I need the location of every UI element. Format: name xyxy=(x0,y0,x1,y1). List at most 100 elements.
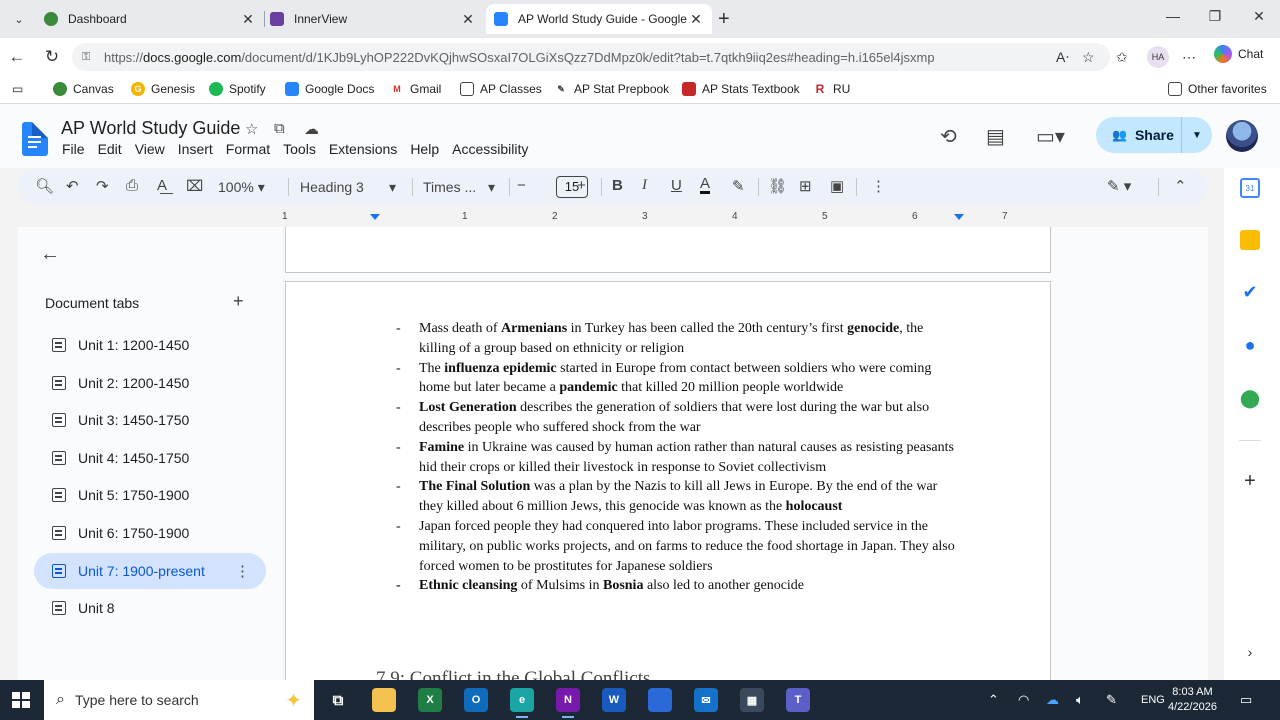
left-indent-marker[interactable] xyxy=(370,214,380,220)
bookmark-ru[interactable]: R RU xyxy=(813,82,851,96)
read-aloud-icon[interactable]: Aᐧ xyxy=(1056,49,1069,66)
other-favorites[interactable]: Other favorites xyxy=(1168,82,1267,96)
doc-tab-unit-7[interactable]: Unit 7: 1900-present ⋮ xyxy=(34,553,266,589)
spellcheck-icon[interactable]: A͟ xyxy=(157,177,167,194)
menu-edit[interactable]: Edit xyxy=(98,141,122,157)
calculator-icon[interactable]: ▦ xyxy=(740,688,764,712)
close-tab-icon[interactable]: ✕ xyxy=(460,11,476,28)
menu-format[interactable]: Format xyxy=(226,141,270,157)
address-bar[interactable]: ⚿ https://docs.google.com/document/d/1KJ… xyxy=(72,43,1110,71)
add-comment-icon[interactable]: ⊞ xyxy=(799,177,812,195)
menu-extensions[interactable]: Extensions xyxy=(329,141,397,157)
decrease-font-size-icon[interactable]: − xyxy=(517,177,526,194)
mail-icon[interactable]: ✉ xyxy=(694,688,718,712)
pen-icon[interactable]: ✎ xyxy=(1106,692,1117,708)
bookmark-google-docs[interactable]: Google Docs xyxy=(285,82,374,96)
increase-font-size-icon[interactable]: + xyxy=(577,177,586,194)
taskbar-search-box[interactable]: ⌕ Type here to search ✦ xyxy=(44,680,314,720)
menu-insert[interactable]: Insert xyxy=(178,141,213,157)
highlight-color-icon[interactable]: ✎ xyxy=(732,177,745,195)
close-tab-icon[interactable]: ✕ xyxy=(240,11,256,28)
bookmark-genesis[interactable]: G Genesis xyxy=(131,82,195,96)
insert-image-icon[interactable]: ▣ xyxy=(830,177,844,195)
wifi-icon[interactable]: ◠ xyxy=(1018,692,1029,708)
text-color-icon[interactable]: A xyxy=(700,176,711,194)
document-title[interactable]: AP World Study Guide xyxy=(61,118,240,139)
font-select[interactable]: Times ... ▾ xyxy=(423,179,495,195)
doc-tab-unit-4[interactable]: Unit 4: 1450-1750 xyxy=(34,440,266,476)
share-button[interactable]: 👥 Share ▼ xyxy=(1096,117,1212,153)
minimize-icon[interactable]: — xyxy=(1158,8,1188,24)
show-hidden-icons[interactable]: ⌃ xyxy=(988,692,999,708)
menu-tools[interactable]: Tools xyxy=(283,141,316,157)
add-tab-icon[interactable]: + xyxy=(233,291,244,312)
bookmark-gmail[interactable]: M Gmail xyxy=(390,82,441,96)
outlook-icon[interactable]: O xyxy=(464,688,488,712)
bold-icon[interactable]: B xyxy=(612,177,623,194)
restore-icon[interactable]: ❐ xyxy=(1200,8,1230,25)
menu-accessibility[interactable]: Accessibility xyxy=(452,141,528,157)
favorite-star-icon[interactable]: ☆ xyxy=(1082,49,1095,66)
cloud-status-icon[interactable]: ☁ xyxy=(304,120,319,138)
refresh-icon[interactable]: ↻ xyxy=(41,47,63,67)
get-addons-icon[interactable]: + xyxy=(1240,470,1260,492)
store-icon[interactable] xyxy=(648,688,672,712)
redo-icon[interactable]: ↷ xyxy=(96,177,109,195)
sidebar-toggle-icon[interactable]: ▭ xyxy=(12,82,23,96)
more-tools-icon[interactable]: ⋮ xyxy=(871,177,886,195)
menu-help[interactable]: Help xyxy=(410,141,439,157)
contacts-icon[interactable]: ● xyxy=(1240,335,1260,355)
more-icon[interactable]: ⋯ xyxy=(1182,49,1196,66)
browser-profile-avatar[interactable]: HA xyxy=(1147,46,1169,68)
insert-link-icon[interactable]: ⛓ xyxy=(768,177,787,195)
hide-menus-icon[interactable]: ⌃ xyxy=(1174,177,1187,195)
close-tab-icon[interactable]: ✕ xyxy=(688,11,704,28)
volume-icon[interactable]: 🔈︎ xyxy=(1076,692,1084,708)
bookmark-ap-stats-textbook[interactable]: AP Stats Textbook xyxy=(682,82,800,96)
star-icon[interactable]: ☆ xyxy=(245,120,258,138)
bookmark-spotify[interactable]: Spotify xyxy=(209,82,266,96)
share-dropdown-icon[interactable]: ▼ xyxy=(1182,130,1212,141)
editing-mode-icon[interactable]: ✎ ▾ xyxy=(1107,177,1131,195)
italic-icon[interactable]: I xyxy=(642,177,647,194)
paint-format-icon[interactable]: ⌧ xyxy=(186,177,203,195)
clock[interactable]: 8:03 AM 4/22/2026 xyxy=(1168,685,1217,715)
bullet-item[interactable]: - Mass death of Armenians in Turkey has b… xyxy=(396,319,958,359)
back-icon[interactable]: ← xyxy=(6,47,28,67)
keep-icon[interactable] xyxy=(1240,230,1260,250)
underline-icon[interactable]: U xyxy=(671,177,682,194)
doc-tab-unit-6[interactable]: Unit 6: 1750-1900 xyxy=(34,515,266,551)
onenote-icon[interactable]: N xyxy=(556,688,580,718)
word-icon[interactable]: W xyxy=(602,688,626,712)
excel-icon[interactable]: X xyxy=(418,688,442,712)
browser-tab-study-guide[interactable]: AP World Study Guide - Google Do ✕ xyxy=(486,4,712,34)
browser-tab-innerview[interactable]: InnerView ✕ xyxy=(262,4,484,34)
favorites-icon[interactable]: ✩ xyxy=(1116,49,1128,66)
docs-logo-icon[interactable] xyxy=(22,122,48,156)
tab-options-icon[interactable]: ⋮ xyxy=(235,562,250,580)
doc-tab-unit-3[interactable]: Unit 3: 1450-1750 xyxy=(34,402,266,438)
file-explorer-icon[interactable] xyxy=(372,688,396,712)
print-icon[interactable]: ⎙ xyxy=(126,177,138,194)
tab-actions-menu-icon[interactable]: ⌄ xyxy=(8,8,30,30)
calendar-icon[interactable]: 31 xyxy=(1240,178,1260,198)
bullet-list[interactable]: - Mass death of Armenians in Turkey has b… xyxy=(396,319,958,596)
browser-tab-dashboard[interactable]: Dashboard ✕ xyxy=(36,4,264,34)
account-avatar[interactable] xyxy=(1226,120,1258,152)
meet-icon[interactable]: ▭▾ xyxy=(1036,124,1065,149)
show-side-panel-icon[interactable]: › xyxy=(1240,642,1260,662)
section-heading[interactable]: 7.9: Conflict in the Global Conflicts xyxy=(376,668,650,680)
close-panel-arrow-icon[interactable]: ← xyxy=(40,243,60,266)
edge-icon[interactable]: e xyxy=(510,688,534,718)
doc-tab-unit-1[interactable]: Unit 1: 1200-1450 xyxy=(34,327,266,363)
bullet-item[interactable]: - The influenza epidemic started in Europ… xyxy=(396,359,958,399)
maps-icon[interactable]: ⬤ xyxy=(1240,388,1260,408)
teams-icon[interactable]: T xyxy=(786,688,810,712)
copilot-chat-button[interactable]: Chat xyxy=(1214,45,1263,63)
undo-icon[interactable]: ↶ xyxy=(66,177,79,195)
bookmark-ap-stat-prepbook[interactable]: ✎ AP Stat Prepbook xyxy=(554,82,669,96)
ruler[interactable]: 1 1 2 3 4 5 6 7 xyxy=(282,210,1052,226)
right-indent-marker[interactable] xyxy=(954,214,964,220)
doc-tab-unit-5[interactable]: Unit 5: 1750-1900 xyxy=(34,477,266,513)
comments-icon[interactable]: ▤ xyxy=(986,124,1005,149)
